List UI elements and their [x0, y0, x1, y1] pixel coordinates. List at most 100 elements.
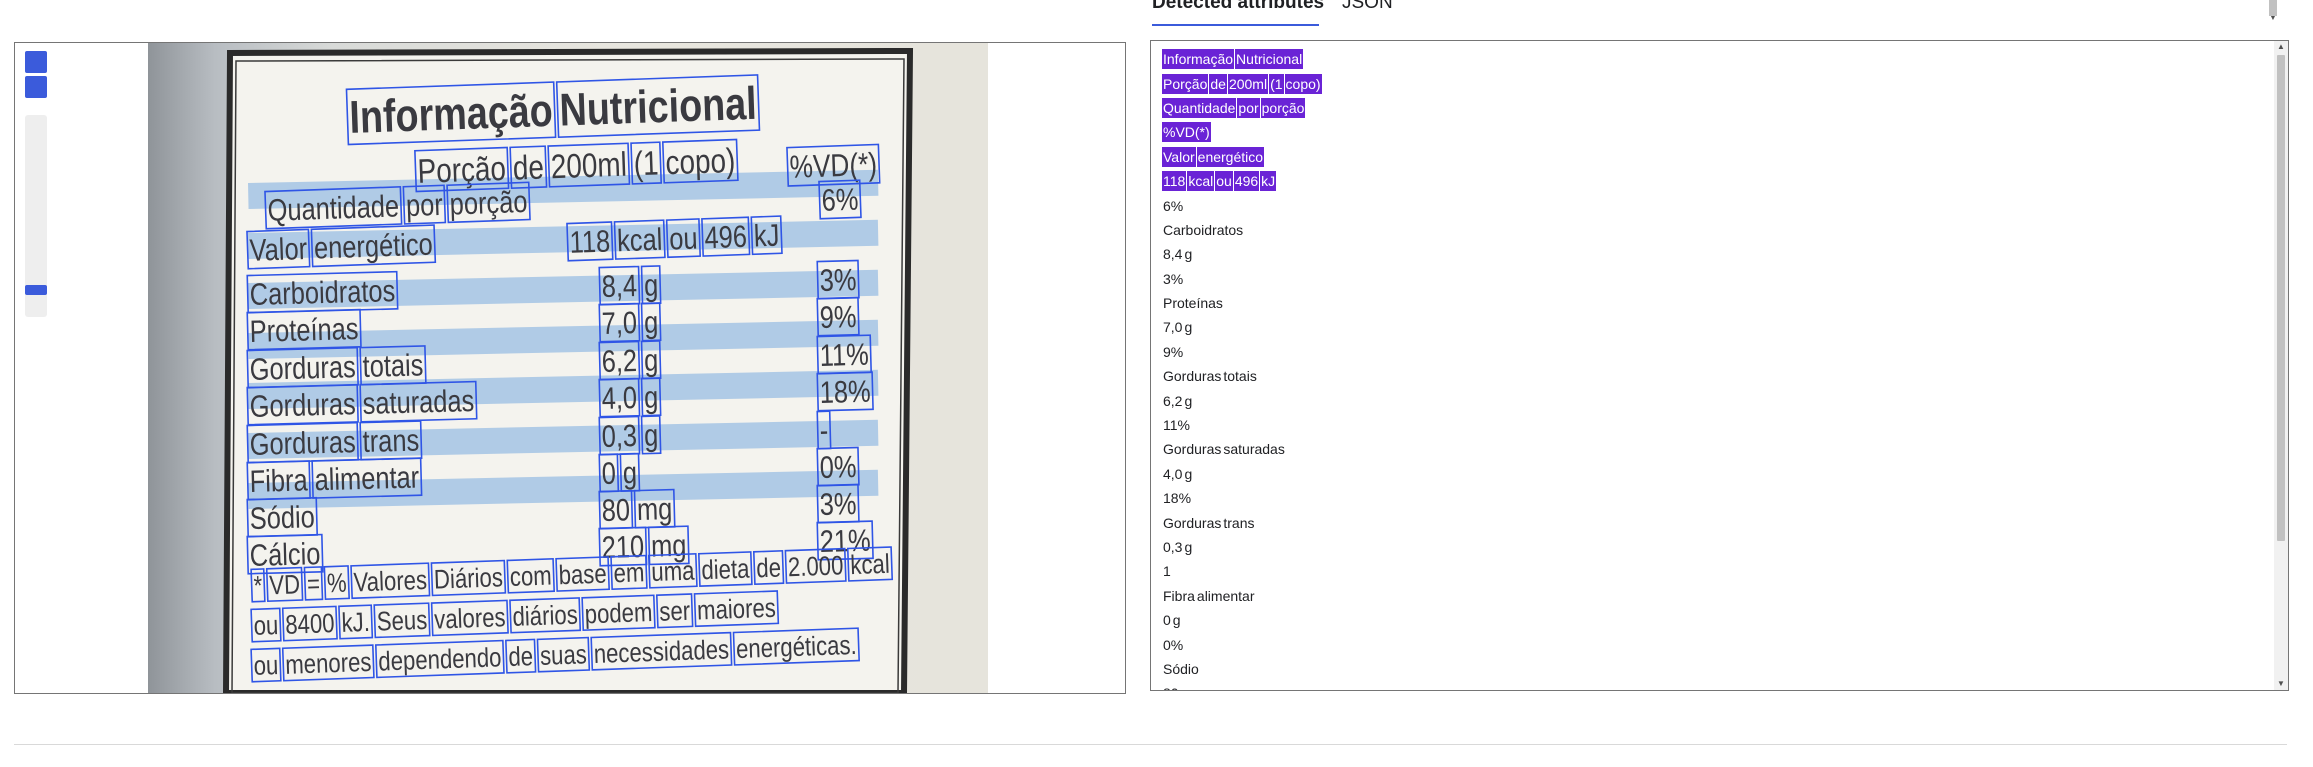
- attribute-word[interactable]: ou: [1215, 171, 1234, 192]
- attribute-word[interactable]: g: [1183, 537, 1193, 557]
- attribute-word[interactable]: g: [1183, 464, 1193, 484]
- attribute-word[interactable]: 200ml: [1227, 73, 1270, 94]
- attribute-line[interactable]: 11%: [1162, 413, 2262, 437]
- attribute-word[interactable]: totais: [1222, 366, 1257, 386]
- attribute-line[interactable]: 1: [1162, 559, 2262, 583]
- attribute-word[interactable]: Informação: [1162, 49, 1236, 70]
- zoom-out-button[interactable]: [25, 76, 47, 98]
- attribute-line[interactable]: Quantidade por porção: [1162, 96, 2262, 120]
- attribute-line[interactable]: Gorduras saturadas: [1162, 437, 2262, 461]
- attribute-word[interactable]: Fibra: [1162, 586, 1196, 606]
- attribute-line[interactable]: 7,0 g: [1162, 315, 2262, 339]
- attribute-word[interactable]: trans: [1222, 513, 1255, 533]
- attribute-word[interactable]: Gorduras: [1162, 513, 1222, 533]
- attribute-line[interactable]: 4,0 g: [1162, 462, 2262, 486]
- attribute-word[interactable]: g: [1183, 244, 1193, 264]
- attribute-line[interactable]: Informação Nutricional: [1162, 47, 2262, 71]
- attribute-word[interactable]: g: [1183, 391, 1193, 411]
- attribute-word[interactable]: 0,3: [1162, 537, 1183, 557]
- scroll-down-icon[interactable]: ▼: [2274, 678, 2288, 690]
- tab-json[interactable]: JSON: [1342, 0, 1393, 14]
- attribute-line[interactable]: Gorduras totais: [1162, 364, 2262, 388]
- attribute-word[interactable]: 1: [1162, 561, 1172, 581]
- attribute-word[interactable]: 0%: [1162, 635, 1184, 655]
- attribute-line[interactable]: 118 kcal ou 496 kJ: [1162, 169, 2262, 193]
- attribute-word[interactable]: saturadas: [1222, 439, 1285, 459]
- attribute-word[interactable]: de: [1209, 73, 1228, 94]
- attribute-word[interactable]: alimentar: [1196, 586, 1256, 606]
- attribute-word[interactable]: Porção: [1162, 73, 1210, 94]
- attribute-line[interactable]: %VD(*): [1162, 120, 2262, 144]
- attribute-word[interactable]: 118: [1162, 171, 1188, 192]
- attribute-line[interactable]: 9%: [1162, 340, 2262, 364]
- attribute-line[interactable]: Fibra alimentar: [1162, 584, 2262, 608]
- attribute-word[interactable]: 3%: [1162, 269, 1184, 289]
- attribute-word[interactable]: 4,0: [1162, 464, 1183, 484]
- attribute-line[interactable]: 18%: [1162, 486, 2262, 510]
- attribute-word[interactable]: g: [1172, 610, 1182, 630]
- attribute-word[interactable]: 8,4: [1162, 244, 1183, 264]
- attribute-line[interactable]: 8,4 g: [1162, 242, 2262, 266]
- attribute-word[interactable]: Sódio: [1162, 659, 1200, 679]
- attribute-word[interactable]: 11%: [1162, 415, 1191, 435]
- ocr-word: mg: [637, 491, 673, 527]
- attribute-line[interactable]: Porção de 200ml (1 copo): [1162, 71, 2262, 95]
- attributes-scrollbar[interactable]: ▲ ▼: [2274, 41, 2288, 690]
- attribute-word[interactable]: Proteínas: [1162, 293, 1224, 313]
- ocr-word: necessidades: [593, 634, 729, 669]
- zoom-slider[interactable]: [25, 115, 47, 317]
- attribute-line[interactable]: 6%: [1162, 193, 2262, 217]
- ocr-word: VD: [269, 569, 301, 600]
- attribute-word[interactable]: Quantidade: [1162, 97, 1238, 118]
- footer-divider: [14, 744, 2287, 745]
- attribute-word[interactable]: Nutricional: [1235, 49, 1305, 70]
- attribute-word[interactable]: 9%: [1162, 342, 1184, 362]
- zoom-in-button[interactable]: [25, 51, 47, 73]
- attribute-word[interactable]: kcal: [1187, 171, 1216, 192]
- attribute-word[interactable]: 0: [1162, 610, 1172, 630]
- attribute-word[interactable]: mg: [1180, 683, 1201, 690]
- attribute-word[interactable]: por: [1237, 97, 1261, 118]
- scroll-down-icon[interactable]: ▼: [2268, 14, 2278, 24]
- ocr-word: Gorduras: [249, 386, 356, 424]
- attribute-line[interactable]: Carboidratos: [1162, 218, 2262, 242]
- attribute-word[interactable]: g: [1183, 317, 1193, 337]
- image-viewer[interactable]: Informação Nutricional Porção de 200ml (1 copo…: [14, 42, 1126, 694]
- attribute-word[interactable]: Gorduras: [1162, 366, 1222, 386]
- attribute-line[interactable]: Gorduras trans: [1162, 510, 2262, 534]
- attribute-word[interactable]: 80: [1162, 683, 1180, 690]
- attribute-line[interactable]: Sódio: [1162, 657, 2262, 681]
- attribute-line[interactable]: 0,3 g: [1162, 535, 2262, 559]
- attribute-line[interactable]: Proteínas: [1162, 291, 2262, 315]
- attribute-word[interactable]: kJ: [1260, 171, 1278, 192]
- attribute-word[interactable]: 6%: [1162, 196, 1184, 216]
- scrollbar-thumb[interactable]: [2277, 55, 2285, 541]
- tab-scrollbar[interactable]: ▼: [2268, 0, 2278, 26]
- attribute-word[interactable]: Valor: [1162, 146, 1197, 167]
- detected-attributes-panel[interactable]: Informação Nutricional Porção de 200ml (1 copo…: [1150, 40, 2289, 691]
- scroll-up-icon[interactable]: ▲: [2274, 41, 2288, 53]
- attribute-word[interactable]: 6,2: [1162, 391, 1183, 411]
- attribute-word[interactable]: (1: [1269, 73, 1285, 94]
- tab-detected-attributes[interactable]: Detected attributes: [1152, 0, 1324, 14]
- attribute-word[interactable]: Gorduras: [1162, 439, 1222, 459]
- attribute-line[interactable]: 0g: [1162, 608, 2262, 632]
- attribute-word[interactable]: energético: [1196, 146, 1266, 167]
- ocr-word: Valores: [353, 565, 427, 598]
- attribute-word[interactable]: porção: [1260, 97, 1307, 118]
- attribute-line[interactable]: 0%: [1162, 632, 2262, 656]
- attribute-word[interactable]: 7,0: [1162, 317, 1183, 337]
- zoom-slider-thumb[interactable]: [25, 285, 47, 295]
- attribute-word[interactable]: copo): [1284, 73, 1323, 94]
- attribute-word[interactable]: Carboidratos: [1162, 220, 1244, 240]
- ocr-word: 6,2: [601, 343, 637, 379]
- attribute-word[interactable]: 18%: [1162, 488, 1192, 508]
- attribute-line[interactable]: Valor energético: [1162, 145, 2262, 169]
- attribute-line[interactable]: 80mg: [1162, 681, 2262, 690]
- attribute-word[interactable]: %VD(*): [1162, 122, 1212, 143]
- attribute-line[interactable]: 6,2 g: [1162, 388, 2262, 412]
- label-photo: Informação Nutricional Porção de 200ml (1 copo…: [148, 43, 988, 693]
- attribute-word[interactable]: 496: [1233, 171, 1261, 192]
- ocr-word: de: [508, 641, 534, 672]
- attribute-line[interactable]: 3%: [1162, 267, 2262, 291]
